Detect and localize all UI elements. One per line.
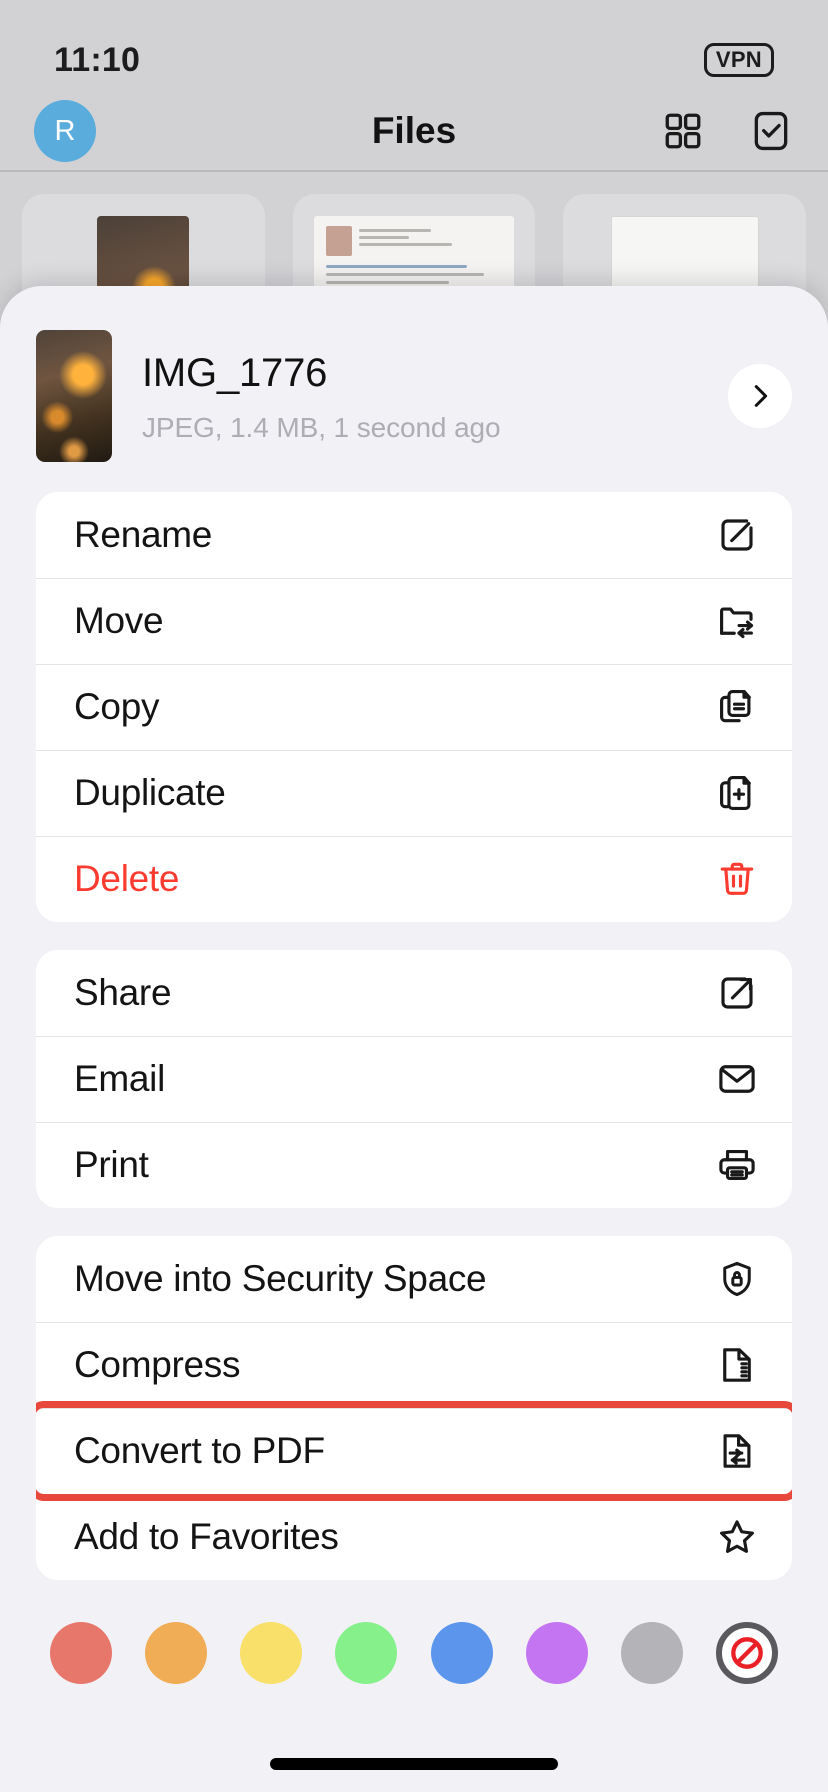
- tag-color-yellow[interactable]: [240, 1622, 303, 1684]
- menu-group-file-actions: Rename Move Copy Duplicate Delete: [36, 492, 792, 922]
- vpn-badge: VPN: [703, 42, 774, 78]
- file-detail-button[interactable]: [728, 364, 792, 428]
- menu-item-duplicate[interactable]: Duplicate: [36, 750, 792, 836]
- menu-item-label: Duplicate: [74, 772, 226, 813]
- pdf-document-icon: [714, 1428, 760, 1474]
- file-actions-sheet: IMG_1776 JPEG, 1.4 MB, 1 second ago Rena…: [0, 286, 828, 1792]
- tag-color-red[interactable]: [50, 1622, 112, 1684]
- nav-actions: [660, 108, 794, 154]
- menu-group-sharing: Share Email Print: [36, 950, 792, 1208]
- menu-item-print[interactable]: Print: [36, 1122, 792, 1208]
- status-bar-time: 11:10: [54, 40, 141, 79]
- menu-item-delete[interactable]: Delete: [36, 836, 792, 922]
- menu-item-label: Share: [74, 972, 172, 1013]
- tag-color-green[interactable]: [335, 1622, 398, 1684]
- navigation-bar: R Files: [0, 92, 828, 170]
- menu-item-label: Compress: [74, 1344, 241, 1385]
- shield-lock-icon: [714, 1256, 760, 1302]
- menu-item-copy[interactable]: Copy: [36, 664, 792, 750]
- tag-color-none[interactable]: [715, 1622, 778, 1684]
- menu-item-add-to-favorites[interactable]: Add to Favorites: [36, 1494, 792, 1580]
- menu-item-rename[interactable]: Rename: [36, 492, 792, 578]
- menu-item-move[interactable]: Move: [36, 578, 792, 664]
- tag-color-blue[interactable]: [430, 1622, 493, 1684]
- menu-item-label: Print: [74, 1144, 149, 1185]
- grid-view-icon[interactable]: [660, 108, 706, 154]
- tag-color-orange[interactable]: [145, 1622, 208, 1684]
- menu-item-label: Delete: [74, 858, 180, 899]
- printer-icon: [714, 1142, 760, 1188]
- tag-color-gray[interactable]: [620, 1622, 683, 1684]
- copy-documents-icon: [714, 684, 760, 730]
- menu-item-convert-to-pdf[interactable]: Convert to PDF: [36, 1408, 792, 1494]
- menu-item-share[interactable]: Share: [36, 950, 792, 1036]
- file-subtitle: JPEG, 1.4 MB, 1 second ago: [142, 412, 501, 443]
- menu-item-move-into-security-space[interactable]: Move into Security Space: [36, 1236, 792, 1322]
- star-icon: [714, 1514, 760, 1560]
- iphone-screen: 11:10 VPN R Files IMG_1776 JPEG, 1.4 MB,…: [0, 0, 828, 1792]
- folder-arrows-icon: [714, 598, 760, 644]
- menu-group-tools: Move into Security Space Compress Conver…: [36, 1236, 792, 1580]
- menu-item-label: Move into Security Space: [74, 1258, 487, 1299]
- trash-icon: [714, 856, 760, 902]
- menu-item-label: Email: [74, 1058, 166, 1099]
- envelope-icon: [714, 1056, 760, 1102]
- document-plus-icon: [714, 770, 760, 816]
- file-name: IMG_1776: [142, 351, 328, 395]
- file-thumbnail: [36, 330, 112, 462]
- menu-item-label: Add to Favorites: [74, 1516, 339, 1557]
- menu-item-compress[interactable]: Compress: [36, 1322, 792, 1408]
- pencil-square-icon: [714, 512, 760, 558]
- tag-color-purple[interactable]: [525, 1622, 588, 1684]
- menu-item-label: Convert to PDF: [74, 1430, 325, 1471]
- file-header[interactable]: IMG_1776 JPEG, 1.4 MB, 1 second ago: [0, 286, 828, 492]
- home-indicator: [270, 1758, 558, 1770]
- share-arrow-icon: [714, 970, 760, 1016]
- select-checkbox-icon[interactable]: [748, 108, 794, 154]
- chevron-right-icon: [754, 385, 768, 407]
- zip-document-icon: [714, 1342, 760, 1388]
- tag-colors-row: [0, 1608, 828, 1684]
- status-bar: 11:10 VPN: [0, 0, 828, 92]
- status-bar-indicators: VPN: [703, 42, 774, 78]
- menu-item-label: Move: [74, 600, 164, 641]
- no-tag-icon: [731, 1637, 763, 1669]
- file-meta: IMG_1776 JPEG, 1.4 MB, 1 second ago: [142, 348, 698, 444]
- avatar[interactable]: R: [34, 100, 96, 162]
- menu-item-email[interactable]: Email: [36, 1036, 792, 1122]
- menu-item-label: Rename: [74, 514, 213, 555]
- menu-item-label: Copy: [74, 686, 160, 727]
